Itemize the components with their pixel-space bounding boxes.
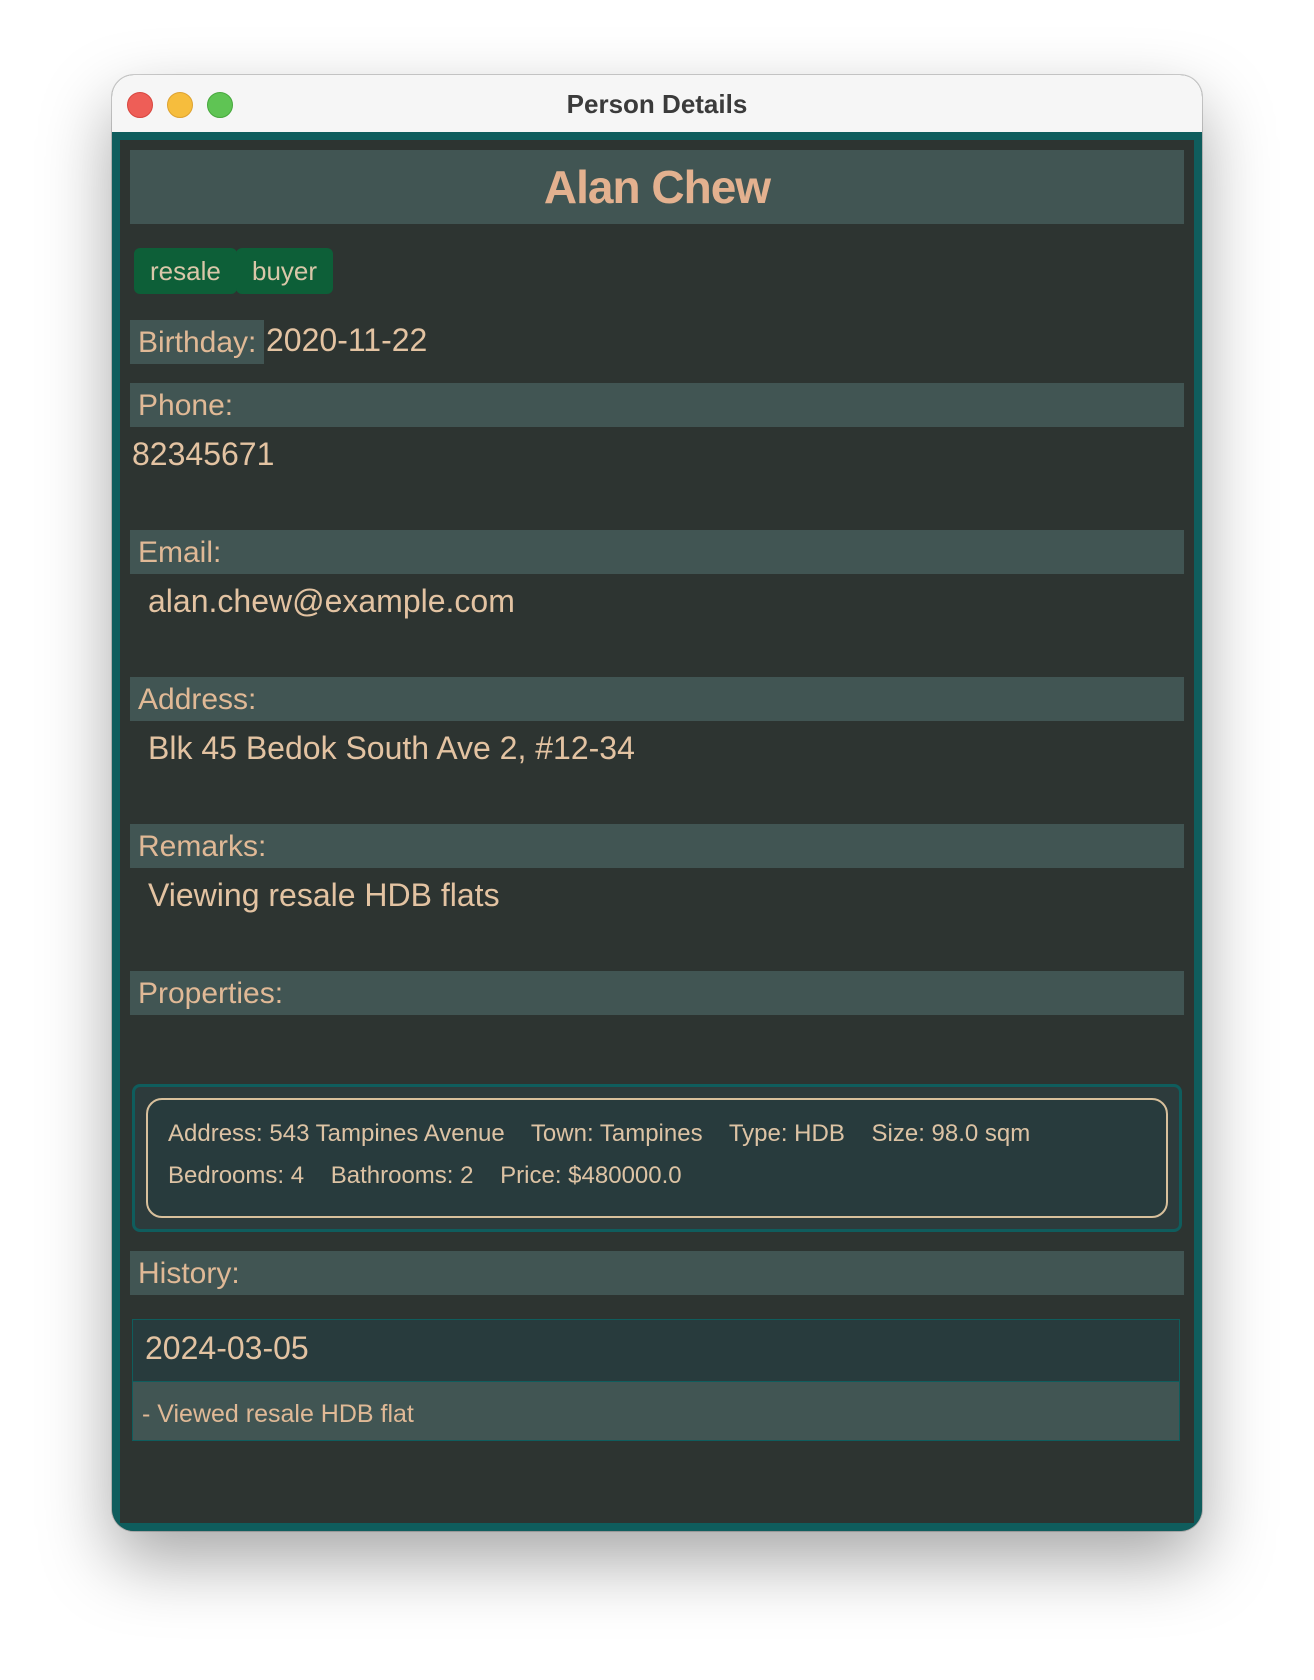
- window-title: Person Details: [566, 89, 748, 119]
- remarks-value: Viewing resale HDB flats: [148, 877, 500, 913]
- birthday-label: Birthday:: [130, 320, 265, 364]
- person-details-window: Person Details Alan Chew resale buyer Bi…: [112, 75, 1202, 1531]
- email-value: alan.chew@example.com: [148, 583, 515, 619]
- property-line-1: Address: 543 Tampines Avenue Town: Tampi…: [168, 1120, 1050, 1148]
- birthday-value: 2020-11-22: [266, 322, 428, 358]
- property-town: Town: Tampines: [530, 1120, 703, 1147]
- history-item[interactable]: 2024-03-05 - Viewed resale HDB flat: [132, 1319, 1180, 1441]
- remarks-label: Remarks:: [130, 824, 1184, 868]
- property-bathrooms: Bathrooms: 2: [330, 1162, 474, 1189]
- address-value: Blk 45 Bedok South Ave 2, #12-34: [148, 730, 635, 766]
- history-date: 2024-03-05: [145, 1330, 309, 1366]
- tag-resale: resale: [134, 248, 237, 294]
- history-date-bar: 2024-03-05: [133, 1320, 1179, 1382]
- title-bar[interactable]: Person Details: [112, 75, 1202, 133]
- property-line-2: Bedrooms: 4 Bathrooms: 2 Price: $480000.…: [168, 1162, 702, 1190]
- property-price: Price: $480000.0: [500, 1162, 682, 1189]
- person-name: Alan Chew: [130, 150, 1184, 224]
- property-card[interactable]: Address: 543 Tampines Avenue Town: Tampi…: [146, 1098, 1168, 1218]
- history-label: History:: [130, 1251, 1184, 1295]
- property-type: Type: HDB: [728, 1120, 845, 1147]
- properties-list[interactable]: Address: 543 Tampines Avenue Town: Tampi…: [132, 1084, 1182, 1232]
- property-size: Size: 98.0 sqm: [871, 1120, 1031, 1147]
- content-frame: Alan Chew resale buyer Birthday: 2020-11…: [112, 132, 1202, 1531]
- property-bedrooms: Bedrooms: 4: [168, 1162, 305, 1189]
- tag-buyer: buyer: [236, 248, 334, 294]
- phone-label: Phone:: [130, 383, 1184, 427]
- properties-label: Properties:: [130, 971, 1184, 1015]
- history-entry: - Viewed resale HDB flat: [142, 1400, 414, 1428]
- email-label: Email:: [130, 530, 1184, 574]
- details-panel: Alan Chew resale buyer Birthday: 2020-11…: [120, 140, 1194, 1523]
- property-address: Address: 543 Tampines Avenue: [168, 1120, 505, 1147]
- address-label: Address:: [130, 677, 1184, 721]
- phone-value: 82345671: [132, 436, 275, 472]
